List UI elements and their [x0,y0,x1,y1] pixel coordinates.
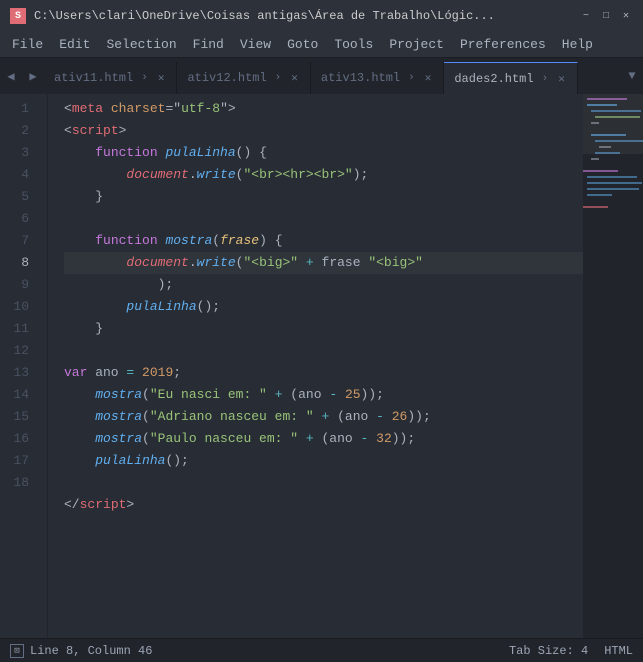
code-line-4: document.write("<br><hr><br>"); [64,164,583,186]
line-num-15: 15 [0,406,37,428]
code-line-18: </script> [64,494,583,516]
code-line-14: mostra("Adriano nasceu em: " + (ano - 26… [64,406,583,428]
tab-close-ativ12[interactable]: ✕ [289,70,300,86]
status-left: ⊡ Line 8, Column 46 [10,644,152,658]
app-icon: S [10,8,26,24]
menu-selection[interactable]: Selection [98,35,184,54]
editor-area: 1 2 3 4 5 6 7 8 9 10 11 12 13 14 15 16 1… [0,94,643,638]
tab-close-dades2[interactable]: ✕ [556,71,567,87]
line-num-18: 18 [0,472,37,494]
tab-close-ativ11[interactable]: ✕ [156,70,167,86]
line-num-16: 16 [0,428,37,450]
tab-ativ13[interactable]: ativ13.html › ✕ [311,62,444,94]
menu-preferences[interactable]: Preferences [452,35,554,54]
window-controls: − □ ✕ [579,9,633,23]
status-language[interactable]: HTML [604,644,633,658]
code-line-9: pulaLinha(); [64,296,583,318]
code-line-8: document.write("<big>" + frase "<big>" [64,252,583,274]
maximize-button[interactable]: □ [599,9,613,23]
close-button[interactable]: ✕ [619,9,633,23]
line-num-7: 7 [0,230,37,252]
title-bar: S C:\Users\clari\OneDrive\Coisas antigas… [0,0,643,32]
menu-goto[interactable]: Goto [279,35,326,54]
line-num-10: 10 [0,296,37,318]
line-num-13: 13 [0,362,37,384]
title-text: C:\Users\clari\OneDrive\Coisas antigas\Á… [34,9,571,23]
code-line-15: mostra("Paulo nasceu em: " + (ano - 32))… [64,428,583,450]
tabs-overflow-button[interactable]: ▼ [621,58,643,94]
line-num-2: 2 [0,120,37,142]
code-line-10: } [64,318,583,340]
line-num-9: 9 [0,274,37,296]
status-tab-size[interactable]: Tab Size: 4 [509,644,588,658]
tab-label: ativ12.html [187,71,266,85]
menu-project[interactable]: Project [381,35,452,54]
line-num-8: 8 [0,252,37,274]
line-num-17: 17 [0,450,37,472]
code-line-1: <meta charset="utf-8"> [64,98,583,120]
status-icon: ⊡ [10,644,24,658]
code-content[interactable]: <meta charset="utf-8"> <script> function… [48,94,583,638]
tab-next-button[interactable]: ▶ [22,58,44,94]
tabs-bar: ◀ ▶ ativ11.html › ✕ ativ12.html › ✕ ativ… [0,58,643,94]
menu-edit[interactable]: Edit [51,35,98,54]
line-num-4: 4 [0,164,37,186]
menu-file[interactable]: File [4,35,51,54]
code-line-12: var ano = 2019; [64,362,583,384]
menu-view[interactable]: View [232,35,279,54]
line-numbers: 1 2 3 4 5 6 7 8 9 10 11 12 13 14 15 16 1… [0,94,48,638]
status-bar: ⊡ Line 8, Column 46 Tab Size: 4 HTML [0,638,643,662]
code-line-11 [64,340,583,362]
menu-find[interactable]: Find [185,35,232,54]
code-line-8b: ); [64,274,583,296]
code-line-5: } [64,186,583,208]
menu-tools[interactable]: Tools [326,35,381,54]
line-num-6: 6 [0,208,37,230]
status-line-col: Line 8, Column 46 [30,644,152,658]
tab-ativ12[interactable]: ativ12.html › ✕ [177,62,310,94]
minimap [583,94,643,638]
tab-close-ativ13[interactable]: ✕ [423,70,434,86]
tab-dades2[interactable]: dades2.html › ✕ [444,62,577,94]
line-num-1: 1 [0,98,37,120]
menu-bar: File Edit Selection Find View Goto Tools… [0,32,643,58]
line-num-11: 11 [0,318,37,340]
code-line-6 [64,208,583,230]
minimap-svg [583,94,643,534]
code-line-2: <script> [64,120,583,142]
line-num-3: 3 [0,142,37,164]
line-num-12: 12 [0,340,37,362]
tab-label: ativ11.html [54,71,133,85]
line-num-5: 5 [0,186,37,208]
tab-ativ11[interactable]: ativ11.html › ✕ [44,62,177,94]
menu-help[interactable]: Help [554,35,601,54]
code-line-7: function mostra(frase) { [64,230,583,252]
code-line-16: pulaLinha(); [64,450,583,472]
tab-label: dades2.html [454,72,533,86]
status-right: Tab Size: 4 HTML [509,644,633,658]
tab-prev-button[interactable]: ◀ [0,58,22,94]
code-line-13: mostra("Eu nasci em: " + (ano - 25)); [64,384,583,406]
tab-label: ativ13.html [321,71,400,85]
code-line-3: function pulaLinha() { [64,142,583,164]
line-num-14: 14 [0,384,37,406]
minimize-button[interactable]: − [579,9,593,23]
code-line-17 [64,472,583,494]
